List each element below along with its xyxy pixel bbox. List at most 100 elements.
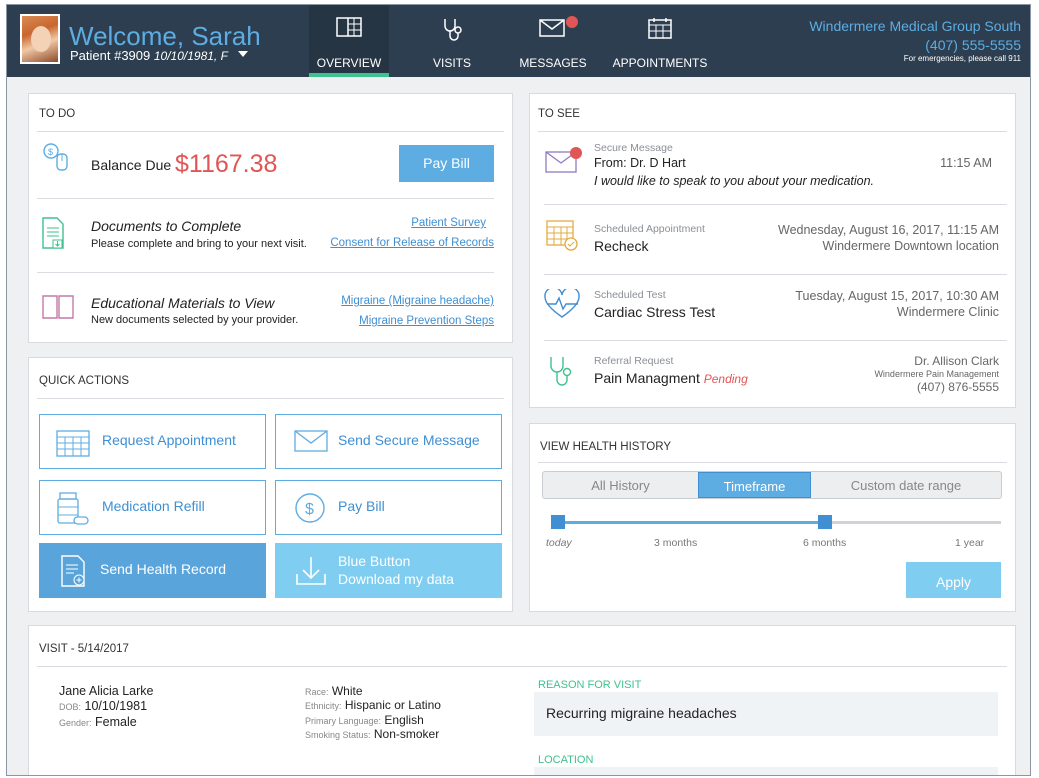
button-label-line1: Blue Button: [338, 553, 411, 569]
health-history-panel: VIEW HEALTH HISTORY All History Timefram…: [529, 423, 1016, 612]
tab-overview[interactable]: OVERVIEW: [309, 5, 389, 77]
item-location: Windermere Downtown location: [822, 239, 999, 253]
edu-subtitle: New documents selected by your provider.: [91, 314, 299, 326]
patient-survey-link[interactable]: Patient Survey: [411, 217, 486, 229]
tab-visits[interactable]: VISITS: [412, 5, 492, 77]
reason-box: Recurring migraine headaches: [534, 692, 998, 736]
pill-bottle-icon: [57, 492, 89, 525]
chevron-down-icon[interactable]: [238, 51, 248, 57]
button-label: Send Secure Message: [338, 432, 480, 448]
emergency-note: For emergencies, please call 911: [903, 54, 1021, 63]
tab-timeframe[interactable]: Timeframe: [698, 472, 811, 498]
org-phone[interactable]: (407) 555-5555: [809, 37, 1021, 53]
slider-handle-start[interactable]: [551, 515, 565, 529]
book-icon: [42, 295, 74, 319]
apply-button[interactable]: Apply: [906, 562, 1001, 598]
document-icon: [42, 217, 64, 249]
balance-amount: $1167.38: [175, 150, 278, 178]
calendar-icon: [648, 18, 672, 39]
tab-label: MESSAGES: [519, 56, 587, 70]
heart-pulse-icon: [544, 289, 580, 318]
svg-text:$: $: [305, 501, 314, 518]
request-appointment-button[interactable]: Request Appointment: [39, 414, 266, 469]
tab-custom-date-range[interactable]: Custom date range: [811, 472, 1001, 498]
item-location: Windermere Clinic: [896, 305, 999, 319]
migraine-link[interactable]: Migraine (Migraine headache): [341, 295, 494, 307]
tab-label: APPOINTMENTS: [612, 56, 708, 70]
panel-title: QUICK ACTIONS: [39, 375, 130, 387]
item-time: 11:15 AM: [940, 156, 992, 170]
tab-label: VISITS: [432, 56, 471, 70]
patient-meta: 10/10/1981, F: [153, 49, 228, 63]
tab-all-history[interactable]: All History: [543, 472, 698, 498]
referral-phone[interactable]: (407) 876-5555: [917, 380, 999, 394]
tosee-item-referral[interactable]: Referral Request Pain Managment Pending …: [530, 342, 1017, 404]
visit-panel: VISIT - 5/14/2017 Jane Alicia Larke DOB:…: [28, 625, 1016, 775]
tosee-item-test[interactable]: Scheduled Test Cardiac Stress Test Tuesd…: [530, 276, 1017, 336]
consent-release-link[interactable]: Consent for Release of Records: [330, 237, 494, 249]
panel-title: TO SEE: [538, 108, 580, 120]
avatar[interactable]: [20, 14, 60, 64]
send-secure-message-button[interactable]: Send Secure Message: [275, 414, 502, 469]
item-type: Scheduled Test: [594, 289, 666, 301]
pay-bill-quick-button[interactable]: $ Pay Bill: [275, 480, 502, 535]
item-main: Pain Managment: [594, 370, 700, 386]
slider-handle-end[interactable]: [818, 515, 832, 529]
overview-icon: [336, 17, 362, 37]
download-icon: [296, 557, 326, 585]
race-label: Race:: [305, 687, 329, 697]
org-name[interactable]: Windermere Medical Group South: [809, 18, 1021, 34]
stethoscope-icon: [444, 19, 462, 41]
top-header: Welcome, Sarah Patient #3909 10/10/1981,…: [7, 5, 1030, 77]
tab-label: OVERVIEW: [316, 56, 382, 70]
smoking-label: Smoking Status:: [305, 730, 371, 740]
send-health-record-button[interactable]: Send Health Record: [39, 543, 266, 598]
gender-label: Gender:: [59, 718, 92, 728]
envelope-icon: [545, 147, 582, 173]
blue-button-download[interactable]: Blue Button Download my data: [275, 543, 502, 598]
stethoscope-icon: [550, 357, 572, 386]
panel-title: VIEW HEALTH HISTORY: [540, 441, 671, 453]
dollar-icon: $: [295, 493, 325, 523]
item-main: Recheck: [594, 238, 649, 254]
patient-id: Patient #3909: [70, 48, 151, 63]
dob-value: 10/10/1981: [84, 699, 148, 713]
ethnicity-label: Ethnicity:: [305, 701, 342, 711]
item-main: From: Dr. D Hart: [594, 156, 686, 170]
item-type: Referral Request: [594, 355, 674, 367]
envelope-icon: [539, 19, 565, 37]
ethnicity-value: Hispanic or Latino: [344, 698, 441, 712]
status-badge: Pending: [703, 372, 748, 386]
history-segmented-control: All History Timeframe Custom date range: [542, 471, 1002, 499]
button-label: Pay Bill: [338, 498, 385, 514]
tab-messages[interactable]: MESSAGES: [513, 5, 593, 77]
reason-label: REASON FOR VISIT: [538, 679, 642, 691]
tab-appointments[interactable]: APPOINTMENTS: [610, 5, 710, 77]
gender-value: Female: [95, 715, 137, 729]
quick-actions-panel: QUICK ACTIONS Request Appointment Send S…: [28, 357, 513, 612]
slider-range: [558, 521, 826, 524]
referral-clinic: Windermere Pain Management: [874, 369, 999, 379]
edu-title: Educational Materials to View: [91, 295, 275, 311]
language-label: Primary Language:: [305, 716, 382, 726]
envelope-icon: [294, 430, 328, 452]
medication-refill-button[interactable]: Medication Refill: [39, 480, 266, 535]
item-main: Cardiac Stress Test: [594, 304, 716, 320]
calendar-check-icon: [546, 220, 578, 251]
patient-info[interactable]: Patient #3909 10/10/1981, F: [70, 48, 228, 63]
calendar-icon: [56, 430, 90, 457]
tosee-item-appointment[interactable]: Scheduled Appointment Recheck Wednesday,…: [530, 206, 1017, 271]
tosee-item-message[interactable]: Secure Message From: Dr. D Hart I would …: [530, 134, 1017, 199]
pay-bill-button[interactable]: Pay Bill: [399, 145, 494, 182]
org-info: Windermere Medical Group South (407) 555…: [809, 18, 1021, 63]
location-label: LOCATION: [538, 754, 594, 766]
item-datetime: Tuesday, August 15, 2017, 10:30 AM: [795, 289, 999, 303]
button-label-line2: Download my data: [338, 571, 454, 587]
patient-name: Jane Alicia Larke: [59, 684, 154, 698]
app-frame: Welcome, Sarah Patient #3909 10/10/1981,…: [6, 4, 1031, 776]
language-value: English: [384, 713, 424, 727]
item-type: Secure Message: [594, 142, 673, 154]
health-record-icon: [61, 555, 85, 587]
panel-title: VISIT - 5/14/2017: [39, 643, 129, 655]
migraine-prevention-link[interactable]: Migraine Prevention Steps: [359, 315, 494, 327]
